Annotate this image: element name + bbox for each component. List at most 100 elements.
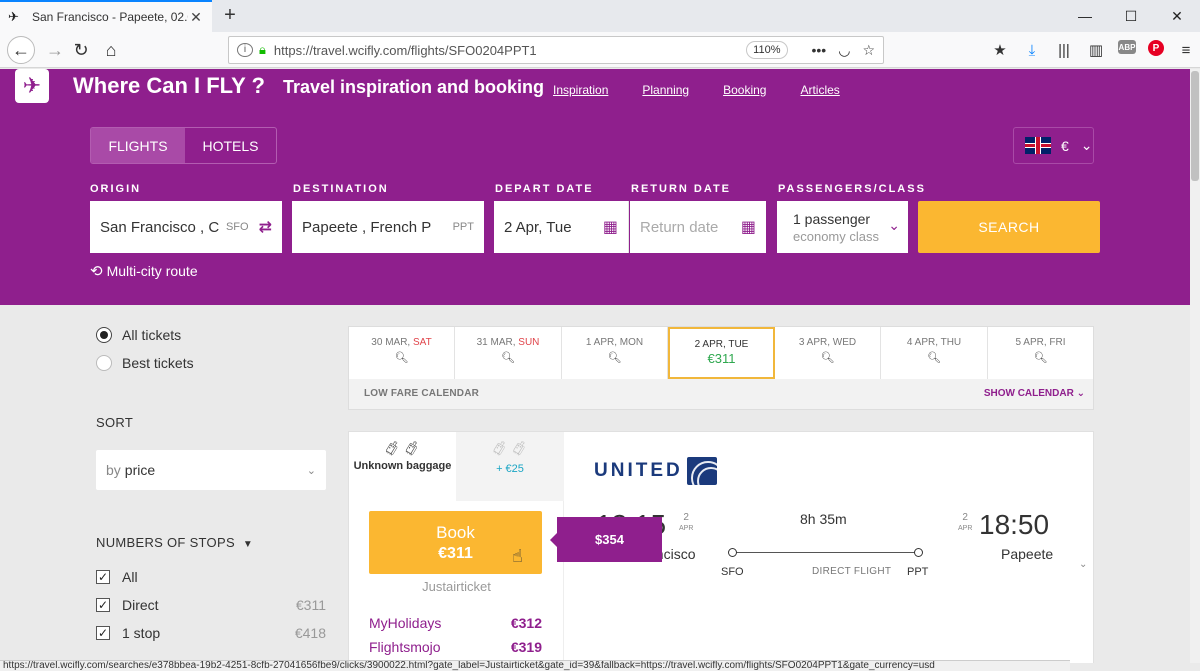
passengers-class-select[interactable]: 1 passenger economy class ⌄ xyxy=(777,201,908,253)
browser-toolbar: ← → ↻ ⌂ i 🔒︎ https://travel.wcifly.com/f… xyxy=(0,32,1200,68)
search-type-toggle: FLIGHTS HOTELS xyxy=(90,127,277,164)
pinterest-icon[interactable]: P xyxy=(1148,40,1164,56)
origin-field[interactable]: San Francisco , C SFO ⇄ xyxy=(90,201,282,253)
show-calendar-link[interactable]: SHOW CALENDAR ⌄ xyxy=(984,388,1085,399)
expand-details-icon[interactable]: ⌄ xyxy=(1079,559,1087,570)
zoom-indicator[interactable]: 110% xyxy=(746,41,788,59)
sidebar-icon[interactable]: ▥ xyxy=(1086,40,1106,60)
date-cell-selected[interactable]: 2 APR, TUE €311 xyxy=(668,327,775,379)
swap-icon[interactable]: ⇄ xyxy=(259,217,272,237)
search-icon: 🔍︎ xyxy=(820,352,835,364)
nav-planning[interactable]: Planning xyxy=(642,83,689,97)
date-cell[interactable]: 4 APR, THU 🔍︎ xyxy=(881,327,988,379)
sort-value: price xyxy=(124,462,156,478)
destination-code: PPT xyxy=(452,221,474,233)
library-icon[interactable]: ||| xyxy=(1054,40,1074,60)
reload-button[interactable]: ↻ xyxy=(68,37,94,63)
nav-booking[interactable]: Booking xyxy=(723,83,766,97)
page-scrollbar[interactable] xyxy=(1190,69,1200,663)
flight-type: DIRECT FLIGHT xyxy=(812,566,892,577)
radio-best-tickets[interactable]: Best tickets xyxy=(96,355,194,371)
menu-icon[interactable]: ≡ xyxy=(1176,40,1196,60)
home-button[interactable]: ⌂ xyxy=(98,37,124,63)
depart-date-field[interactable]: 2 Apr, Tue ▦ xyxy=(494,201,629,253)
bookmarks-star-icon[interactable]: ★ xyxy=(990,40,1010,60)
pocket-icon[interactable]: ◡ xyxy=(838,42,850,59)
adblock-icon[interactable]: ABP xyxy=(1118,40,1136,54)
close-tab-icon[interactable]: ✕ xyxy=(188,9,204,26)
language-currency-selector[interactable]: € ⌄ xyxy=(1013,127,1094,164)
scrollbar-thumb[interactable] xyxy=(1191,71,1199,181)
offer-price: €319 xyxy=(510,639,542,655)
new-tab-button[interactable]: + xyxy=(219,4,241,26)
nav-articles[interactable]: Articles xyxy=(800,83,839,97)
radio-all-tickets[interactable]: All tickets xyxy=(96,327,181,343)
search-button[interactable]: SEARCH xyxy=(918,201,1100,253)
stops-option-1-stop[interactable]: ✓ 1 stop €418 xyxy=(96,625,326,641)
maximize-icon[interactable]: ☐ xyxy=(1108,0,1154,32)
chevron-down-icon: ⌄ xyxy=(1076,388,1085,399)
lock-icon: 🔒︎ xyxy=(259,42,266,57)
return-date-field[interactable]: Return date ▦ xyxy=(630,201,766,253)
uk-flag-icon xyxy=(1025,137,1051,154)
date-cell[interactable]: 3 APR, WED 🔍︎ xyxy=(775,327,881,379)
chevron-down-icon: ⌄ xyxy=(888,217,900,233)
calendar-icon: ▦ xyxy=(740,219,756,236)
flight-duration: 8h 35m xyxy=(800,511,847,527)
close-window-icon[interactable]: ✕ xyxy=(1154,0,1200,32)
booking-column: Book €311 ☝ Justairticket MyHolidays €31… xyxy=(349,501,564,663)
currency-symbol: € xyxy=(1061,137,1069,154)
nav-inspiration[interactable]: Inspiration xyxy=(553,83,608,97)
depart-date-value: 2 Apr, Tue xyxy=(504,218,572,236)
destination-field[interactable]: Papeete , French P PPT xyxy=(292,201,484,253)
minimize-icon[interactable]: — xyxy=(1062,0,1108,32)
passenger-count: 1 passenger xyxy=(793,210,871,227)
more-actions-icon[interactable]: ••• xyxy=(812,42,827,58)
top-navigation: Inspiration Planning Booking Articles xyxy=(553,83,874,97)
offer-row[interactable]: Flightsmojo €319 xyxy=(369,639,542,655)
stops-option-direct[interactable]: ✓ Direct €311 xyxy=(96,597,326,613)
download-icon[interactable]: ⤓ xyxy=(1022,40,1042,60)
brand-name[interactable]: Where Can I FLY ? xyxy=(73,73,265,99)
stops-filter-title[interactable]: NUMBERS OF STOPS ▼ xyxy=(96,535,253,550)
address-bar[interactable]: i 🔒︎ https://travel.wcifly.com/flights/S… xyxy=(228,36,884,64)
baggage-icon: 🧳︎🧳︎ xyxy=(382,440,423,456)
return-date-placeholder: Return date xyxy=(640,218,719,236)
multi-city-link[interactable]: ⟲ Multi-city route xyxy=(90,262,198,280)
date-label: 31 MAR, SUN xyxy=(476,337,540,348)
checkbox-checked-icon: ✓ xyxy=(96,626,110,640)
forward-button[interactable]: → xyxy=(42,37,68,63)
passengers-label: PASSENGERS/CLASS xyxy=(778,183,926,195)
search-icon: 🔍︎ xyxy=(1033,352,1048,364)
date-label: 5 APR, FRI xyxy=(1015,337,1066,348)
tab-title: San Francisco - Papeete, 02.04 xyxy=(32,10,188,24)
back-button[interactable]: ← xyxy=(7,36,35,64)
search-icon: 🔍︎ xyxy=(394,352,409,364)
stops-option-all[interactable]: ✓ All xyxy=(96,569,326,585)
tab-flights[interactable]: FLIGHTS xyxy=(91,128,185,163)
baggage-tab-extra[interactable]: 🧳︎🧳︎ + €25 xyxy=(456,432,564,501)
sort-select[interactable]: by price ⌄ xyxy=(96,450,326,490)
offer-row[interactable]: MyHolidays €312 xyxy=(369,615,542,631)
multi-city-label: Multi-city route xyxy=(106,263,198,279)
search-icon: 🔍︎ xyxy=(501,352,515,364)
site-logo-icon[interactable]: ✈ xyxy=(15,69,49,103)
origin-airport-code: SFO xyxy=(721,566,744,578)
tab-hotels[interactable]: HOTELS xyxy=(185,128,276,163)
date-cell[interactable]: 31 MAR, SUN 🔍︎ xyxy=(455,327,562,379)
date-label: 3 APR, WED xyxy=(798,337,857,348)
date-cell[interactable]: 1 APR, MON 🔍︎ xyxy=(562,327,668,379)
browser-tab[interactable]: ✈ San Francisco - Papeete, 02.04 ✕ xyxy=(0,0,212,32)
info-icon[interactable]: i xyxy=(237,43,253,57)
date-cell[interactable]: 30 MAR, SAT 🔍︎ xyxy=(349,327,455,379)
date-label: 4 APR, THU xyxy=(906,337,962,348)
baggage-extra-price: + €25 xyxy=(496,463,524,475)
search-icon: 🔍︎ xyxy=(607,352,622,364)
arrival-city: Papeete xyxy=(1001,546,1054,562)
arrival-date: 2 APR xyxy=(958,512,973,532)
date-cell[interactable]: 5 APR, FRI 🔍︎ xyxy=(988,327,1093,379)
baggage-tab-unknown[interactable]: 🧳︎🧳︎ Unknown baggage xyxy=(349,432,456,501)
arrival-time: 18:50 xyxy=(979,509,1050,540)
bookmark-star-icon[interactable]: ☆ xyxy=(862,42,875,59)
checkbox-checked-icon: ✓ xyxy=(96,598,110,612)
